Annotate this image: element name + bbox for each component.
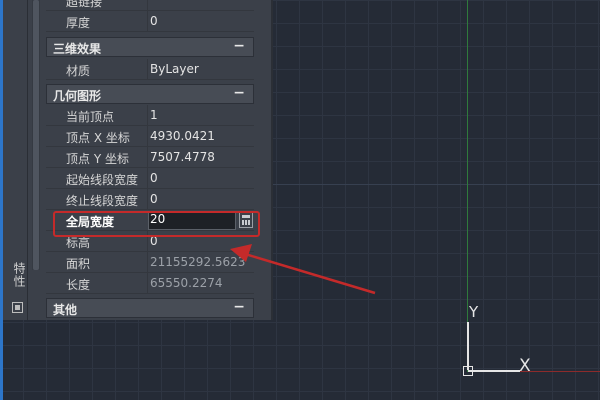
property-label: 终止线段宽度 xyxy=(66,194,139,208)
property-label: 长度 xyxy=(66,278,91,292)
ucs-y-arm xyxy=(467,322,469,370)
property-label: 当前顶点 xyxy=(66,110,115,124)
property-label: 材质 xyxy=(66,64,91,78)
property-value-readonly: 21155292.5623 xyxy=(150,255,246,269)
property-row-thickness[interactable]: 厚度 0 xyxy=(46,11,254,32)
palette-title-strip[interactable]: 特性 xyxy=(3,0,28,320)
property-label: 面积 xyxy=(66,257,91,271)
section-header-3d-effects[interactable]: 三维效果 − xyxy=(46,37,254,57)
column-divider xyxy=(147,189,148,210)
annotation-highlight-box xyxy=(53,211,260,237)
property-row-end-width[interactable]: 终止线段宽度 0 xyxy=(46,189,254,210)
section-header-geometry[interactable]: 几何图形 − xyxy=(46,84,254,104)
property-label: 顶点 Y 坐标 xyxy=(66,152,129,166)
property-value[interactable]: 7507.4778 xyxy=(150,150,250,164)
property-value[interactable]: 1 xyxy=(150,108,250,122)
column-divider xyxy=(147,126,148,147)
ucs-x-arm xyxy=(468,370,520,372)
property-row-start-width[interactable]: 起始线段宽度 0 xyxy=(46,168,254,189)
column-divider xyxy=(147,252,148,273)
property-row-current-vertex[interactable]: 当前顶点 1 xyxy=(46,105,254,126)
property-label: 顶点 X 坐标 xyxy=(66,131,130,145)
property-row-material[interactable]: 材质 ByLayer xyxy=(46,59,254,80)
section-header-other[interactable]: 其他 − xyxy=(46,298,254,318)
column-divider xyxy=(147,11,148,32)
section-title: 三维效果 xyxy=(53,42,102,56)
collapse-icon[interactable]: − xyxy=(233,85,245,101)
property-value[interactable]: ByLayer xyxy=(150,62,250,76)
property-row-vertex-y[interactable]: 顶点 Y 坐标 7507.4778 xyxy=(46,147,254,168)
column-divider xyxy=(147,168,148,189)
column-divider xyxy=(147,0,148,11)
property-value[interactable]: 4930.0421 xyxy=(150,129,250,143)
column-divider xyxy=(147,273,148,294)
property-label: 起始线段宽度 xyxy=(66,173,139,187)
property-row-hyperlink[interactable]: 超链接 xyxy=(46,0,254,11)
column-divider xyxy=(147,147,148,168)
collapse-icon[interactable]: − xyxy=(233,38,245,54)
property-value[interactable]: 0 xyxy=(150,14,250,28)
section-title: 几何图形 xyxy=(53,89,102,103)
property-value[interactable]: 0 xyxy=(150,171,250,185)
collapse-icon[interactable]: − xyxy=(233,299,245,315)
ucs-x-label: X xyxy=(519,356,531,376)
property-value-readonly: 65550.2274 xyxy=(150,276,223,290)
ucs-origin-icon xyxy=(463,366,473,376)
property-label: 厚度 xyxy=(66,16,91,30)
property-row-vertex-x[interactable]: 顶点 X 坐标 4930.0421 xyxy=(46,126,254,147)
properties-palette: 超链接 厚度 0 三维效果 − 材质 ByLayer 几何图形 − 当前顶点 1… xyxy=(28,0,273,320)
panel-toggle-icon[interactable] xyxy=(12,302,23,313)
property-row-length: 长度 65550.2274 xyxy=(46,273,254,294)
property-row-area: 面积 21155292.5623 xyxy=(46,252,254,273)
scrollbar-thumb[interactable] xyxy=(33,0,39,270)
column-divider xyxy=(147,59,148,80)
property-label: 超链接 xyxy=(66,0,103,9)
section-title: 其他 xyxy=(53,303,78,317)
properties-tab-label[interactable]: 特性 xyxy=(8,262,28,288)
ucs-y-label: Y xyxy=(469,303,479,321)
column-divider xyxy=(147,105,148,126)
y-axis-line xyxy=(467,0,468,372)
property-value[interactable]: 0 xyxy=(150,192,250,206)
